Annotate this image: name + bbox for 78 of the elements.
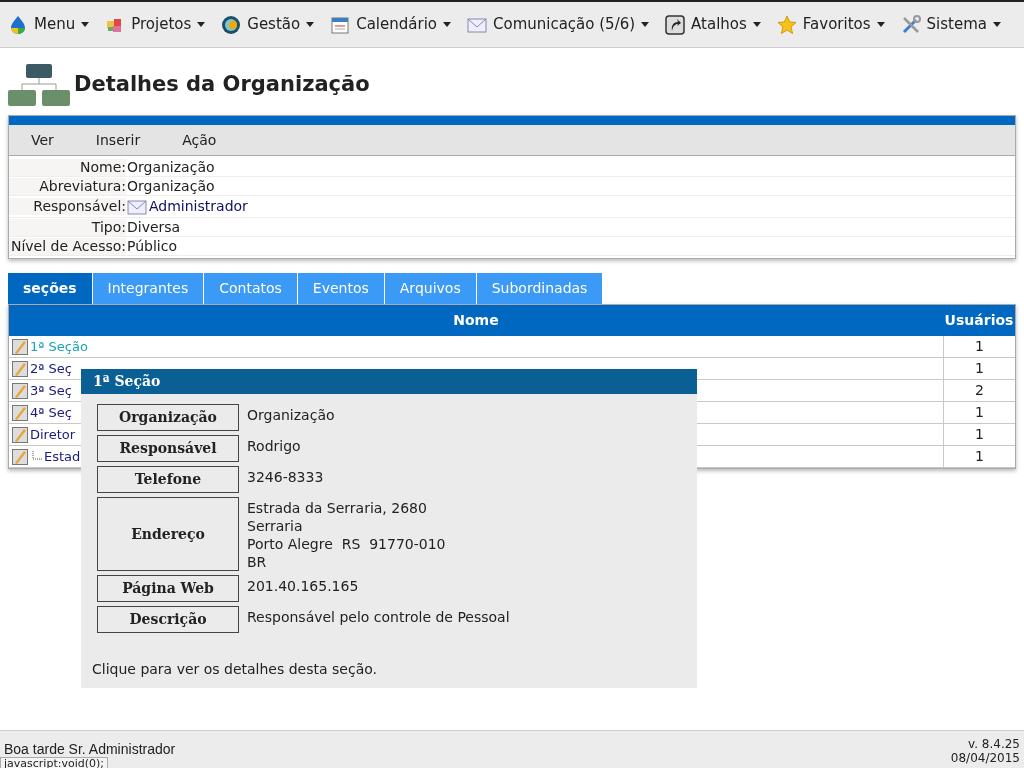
page-title: Detalhes da Organização	[74, 71, 370, 99]
tooltip-hint: Clique para ver os detalhes desta seção.	[91, 660, 378, 679]
menu-item[interactable]: Comunicação (5/6)	[467, 13, 650, 36]
tooltip-title: 1ª Seção	[81, 369, 697, 394]
drop-icon	[8, 14, 28, 35]
field-label: Nível de Acesso:	[9, 237, 126, 255]
field-value: Rodrigo	[247, 437, 301, 455]
pencil-icon[interactable]	[12, 338, 28, 355]
tab[interactable]: seções	[8, 273, 92, 304]
tools-icon	[900, 14, 921, 35]
shortcut-icon	[665, 14, 686, 35]
greeting-text: Boa tarde Sr. Administrador	[3, 740, 176, 757]
pencil-icon[interactable]	[12, 360, 28, 377]
menu-item[interactable]: Atalhos	[665, 13, 761, 36]
field-value: Estrada da Serraria, 2680	[247, 499, 428, 517]
section-link[interactable]: 2ª Seç	[30, 360, 72, 377]
field-value: Organização	[247, 406, 335, 424]
table-cell: 1	[943, 446, 1015, 467]
field-label: Abreviatura:	[9, 177, 126, 195]
section-link[interactable]: 4ª Seç	[30, 404, 72, 421]
column-header: Nome	[452, 311, 500, 330]
field-label: Página Web	[97, 575, 239, 602]
star-icon	[776, 14, 797, 35]
pencil-icon[interactable]	[12, 448, 28, 465]
column-header: Usuários	[943, 311, 1015, 330]
field-value: Diversa	[127, 218, 181, 236]
caret-icon	[993, 22, 1001, 27]
field-value: Organização	[127, 158, 215, 176]
field-value: Responsável pelo controle de Pessoal	[247, 608, 510, 626]
field-value[interactable]: Administrador	[149, 198, 248, 215]
field-label: Responsável	[97, 435, 239, 462]
field-value: Organização	[127, 177, 215, 195]
menu-item[interactable]: Projetos	[105, 13, 206, 36]
caret-icon	[876, 22, 885, 27]
caret-icon	[306, 22, 315, 27]
menu-item[interactable]: Sistema	[900, 13, 1001, 36]
menu-item[interactable]: Gestão	[221, 13, 315, 36]
field-label: Nome:	[9, 158, 126, 176]
menu-item[interactable]: Menu	[8, 13, 90, 36]
table-cell: 1	[943, 336, 1015, 357]
field-value: BR	[247, 553, 268, 571]
action-menu-item[interactable]: Ver	[31, 129, 54, 151]
pencil-icon[interactable]	[12, 426, 28, 443]
pencil-icon[interactable]	[12, 382, 28, 399]
caret-icon	[197, 22, 206, 27]
field-label: Tipo:	[9, 218, 126, 236]
table-cell: 2	[943, 380, 1015, 401]
field-label: Descrição	[97, 606, 239, 633]
field-value: Porto Alegre RS 91770-010	[247, 535, 446, 553]
date-text: 08/04/2015	[950, 751, 1020, 765]
table-cell: 1	[943, 358, 1015, 379]
caret-icon	[641, 22, 650, 27]
menu-item[interactable]: Favoritos	[776, 13, 885, 36]
action-menu-item[interactable]: Inserir	[95, 129, 141, 151]
field-value: Serraria	[247, 517, 304, 535]
table-cell: 1	[943, 424, 1015, 445]
field-value: Público	[127, 237, 177, 255]
caret-icon	[443, 22, 451, 27]
field-label: Telefone	[97, 466, 239, 493]
tree-branch-icon	[32, 450, 42, 463]
field-label: Responsável:	[9, 198, 126, 215]
circle-logo-icon	[221, 14, 242, 35]
section-link[interactable]: Diretor	[30, 426, 76, 443]
field-label: Organização	[97, 404, 239, 431]
field-value: 3246-8333	[247, 468, 324, 486]
menu-item[interactable]: Calendário	[330, 13, 451, 36]
caret-icon	[81, 22, 90, 27]
section-link[interactable]: 3ª Seç	[30, 382, 72, 399]
section-link[interactable]: Estad	[44, 448, 81, 465]
caret-icon	[752, 22, 761, 27]
pencil-icon[interactable]	[12, 404, 28, 421]
calendar-icon	[330, 14, 351, 35]
org-chart-icon	[8, 64, 70, 106]
version-text: v. 8.4.25	[968, 737, 1020, 751]
table-cell: 1	[943, 402, 1015, 423]
action-menu-item[interactable]: Ação	[182, 129, 217, 151]
field-label: Endereço	[97, 497, 239, 571]
field-value: 201.40.165.165	[247, 577, 359, 595]
